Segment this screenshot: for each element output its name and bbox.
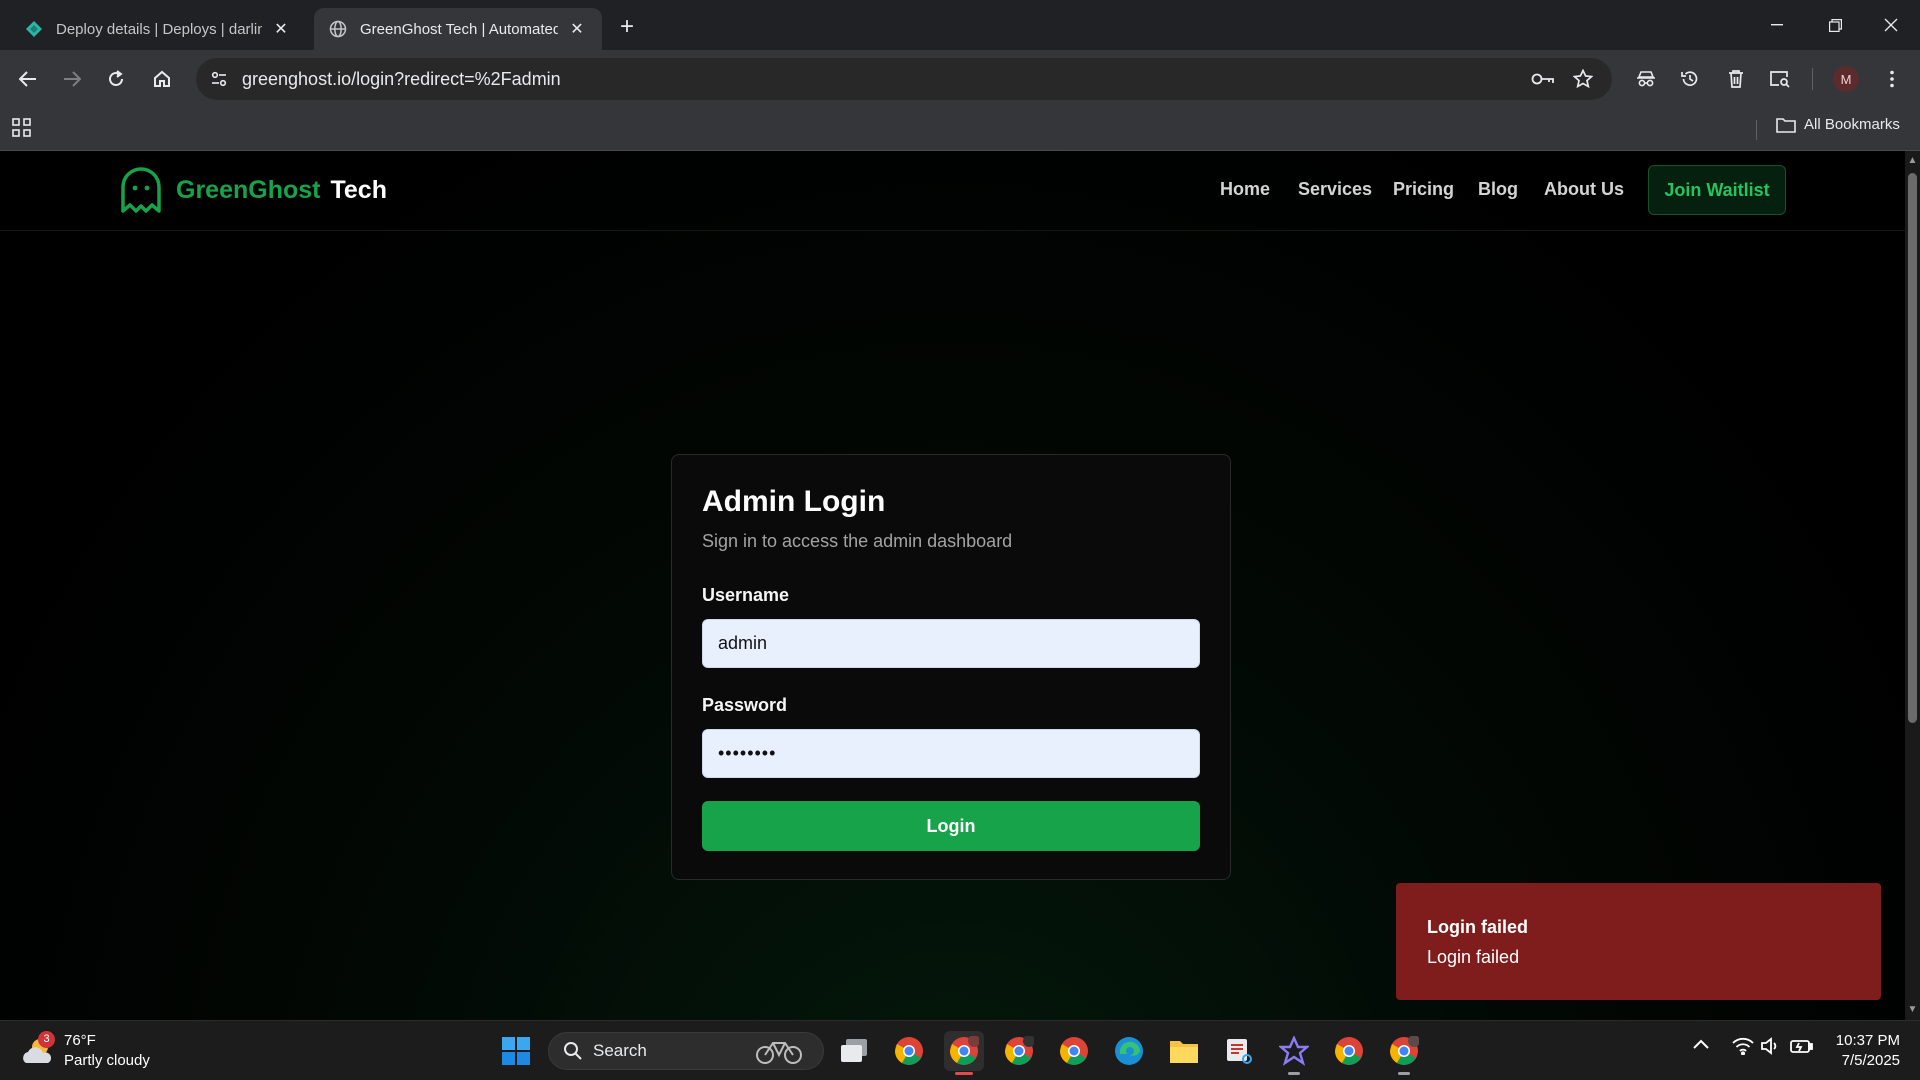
chrome-icon[interactable]: [1329, 1031, 1369, 1071]
edge-icon[interactable]: [1109, 1031, 1149, 1071]
login-title: Admin Login: [702, 485, 886, 518]
avatar: M: [1833, 66, 1859, 92]
running-indicator: [1398, 1072, 1410, 1075]
site-logo[interactable]: GreenGhost Tech: [120, 167, 387, 213]
weather-widget[interactable]: 3 76°F Partly cloudy: [20, 1031, 150, 1071]
username-label: Username: [702, 585, 790, 605]
toast-message: Login failed: [1427, 947, 1520, 967]
profile-avatar[interactable]: M: [1830, 63, 1862, 95]
toast-title: Login failed: [1427, 917, 1528, 937]
partly-cloudy-icon: 3: [20, 1031, 56, 1069]
tab-strip: Deploy details | Deploys | darlin ✕ Gree…: [0, 0, 1920, 50]
new-tab-button[interactable]: +: [612, 12, 642, 42]
restore-icon[interactable]: [1806, 0, 1864, 50]
brand-suffix: Tech: [330, 175, 387, 204]
history-icon[interactable]: [1674, 63, 1706, 95]
brand-name: GreenGhost: [176, 175, 321, 204]
active-indicator: [955, 1072, 973, 1075]
reload-icon[interactable]: [100, 63, 132, 95]
browser-toolbar: greenghost.io/login?redirect=%2Fadmin M: [0, 50, 1920, 108]
chrome-icon[interactable]: [1054, 1031, 1094, 1071]
close-window-icon[interactable]: [1862, 0, 1920, 50]
page-scrollbar[interactable]: ▲ ▼: [1905, 151, 1920, 1020]
tab-title: Deploy details | Deploys | darlin: [56, 20, 262, 38]
tab-title: GreenGhost Tech | Automated L: [360, 20, 558, 38]
nav-pricing[interactable]: Pricing: [1393, 179, 1454, 200]
chrome-icon[interactable]: [889, 1031, 929, 1071]
all-bookmarks-label: All Bookmarks: [1804, 116, 1900, 133]
page-viewport: GreenGhost Tech Home Services Pricing Bl…: [0, 151, 1905, 1020]
login-card: Admin Login Sign in to access the admin …: [671, 454, 1231, 880]
password-label: Password: [702, 695, 788, 715]
all-bookmarks-button[interactable]: All Bookmarks: [1776, 116, 1900, 133]
taskbar: 3 76°F Partly cloudy Search 10:37 PM 7/5…: [0, 1020, 1920, 1080]
incognito-icon[interactable]: [1630, 63, 1662, 95]
nav-services[interactable]: Services: [1298, 179, 1372, 200]
chrome-profile-icon[interactable]: [999, 1031, 1039, 1071]
username-input[interactable]: admin: [702, 619, 1200, 668]
back-icon[interactable]: [12, 63, 44, 95]
kebab-menu-icon[interactable]: [1876, 63, 1908, 95]
search-label: Search: [593, 1041, 647, 1060]
weather-condition: Partly cloudy: [64, 1052, 150, 1069]
wifi-icon[interactable]: [1732, 1037, 1754, 1060]
nav-home[interactable]: Home: [1220, 179, 1270, 200]
chrome-profile-m-icon[interactable]: [944, 1031, 984, 1075]
password-key-icon[interactable]: [1528, 64, 1558, 94]
delete-icon[interactable]: [1720, 63, 1752, 95]
system-clock[interactable]: 10:37 PM 7/5/2025: [1824, 1031, 1900, 1071]
close-tab-icon[interactable]: ✕: [566, 18, 588, 40]
bookmarks-divider: [1756, 120, 1757, 140]
windows-start-icon[interactable]: [496, 1031, 536, 1071]
address-bar[interactable]: greenghost.io/login?redirect=%2Fadmin: [196, 58, 1612, 100]
password-input[interactable]: ••••••••: [702, 729, 1200, 778]
bookmarks-bar: All Bookmarks: [0, 108, 1920, 151]
search-icon: [564, 1042, 582, 1060]
taskbar-search[interactable]: Search: [548, 1032, 824, 1070]
close-tab-icon[interactable]: ✕: [270, 18, 292, 40]
snipping-tool-icon[interactable]: [1219, 1031, 1259, 1071]
site-info-icon[interactable]: [204, 64, 234, 94]
file-explorer-icon[interactable]: [1164, 1031, 1204, 1071]
bookmark-star-icon[interactable]: [1568, 64, 1598, 94]
bicycle-icon: [756, 1042, 802, 1064]
tab-deploy-details[interactable]: Deploy details | Deploys | darlin ✕: [10, 8, 306, 50]
toolbar-divider: [1812, 68, 1813, 90]
clock-date: 7/5/2025: [1841, 1052, 1900, 1069]
login-subtitle: Sign in to access the admin dashboard: [702, 531, 1013, 551]
volume-icon[interactable]: [1760, 1037, 1780, 1060]
battery-icon[interactable]: [1790, 1037, 1814, 1060]
login-button[interactable]: Login: [702, 801, 1200, 851]
home-icon[interactable]: [146, 63, 178, 95]
apps-grid-icon[interactable]: [12, 118, 36, 142]
app-star-icon[interactable]: [1274, 1031, 1314, 1075]
scroll-thumb[interactable]: [1908, 173, 1917, 723]
weather-badge: 3: [38, 1031, 55, 1048]
nav-about-us[interactable]: About Us: [1544, 179, 1624, 200]
scroll-down-icon[interactable]: ▼: [1907, 1004, 1918, 1015]
join-waitlist-button[interactable]: Join Waitlist: [1648, 165, 1786, 215]
nav-blog[interactable]: Blog: [1478, 179, 1518, 200]
folder-icon: [1776, 117, 1796, 133]
running-indicator: [1288, 1072, 1300, 1075]
task-view-icon[interactable]: [834, 1031, 874, 1071]
chrome-profile-l-icon[interactable]: [1384, 1031, 1424, 1075]
tab-greenghost[interactable]: GreenGhost Tech | Automated L ✕: [314, 8, 602, 50]
chevron-up-icon[interactable]: [1692, 1037, 1710, 1055]
error-toast[interactable]: Login failed Login failed: [1396, 883, 1881, 1000]
globe-icon: [328, 19, 348, 39]
minimize-icon[interactable]: [1748, 0, 1806, 50]
ghost-logo-icon: [121, 167, 161, 213]
clock-time: 10:37 PM: [1835, 1032, 1900, 1049]
url-text[interactable]: greenghost.io/login?redirect=%2Fadmin: [242, 69, 561, 90]
weather-temp: 76°F: [64, 1032, 96, 1049]
scroll-up-icon[interactable]: ▲: [1907, 155, 1918, 166]
forward-icon[interactable]: [56, 63, 88, 95]
netlify-icon: [24, 19, 44, 39]
site-header: GreenGhost Tech Home Services Pricing Bl…: [0, 151, 1905, 231]
tab-search-icon[interactable]: [1764, 63, 1796, 95]
